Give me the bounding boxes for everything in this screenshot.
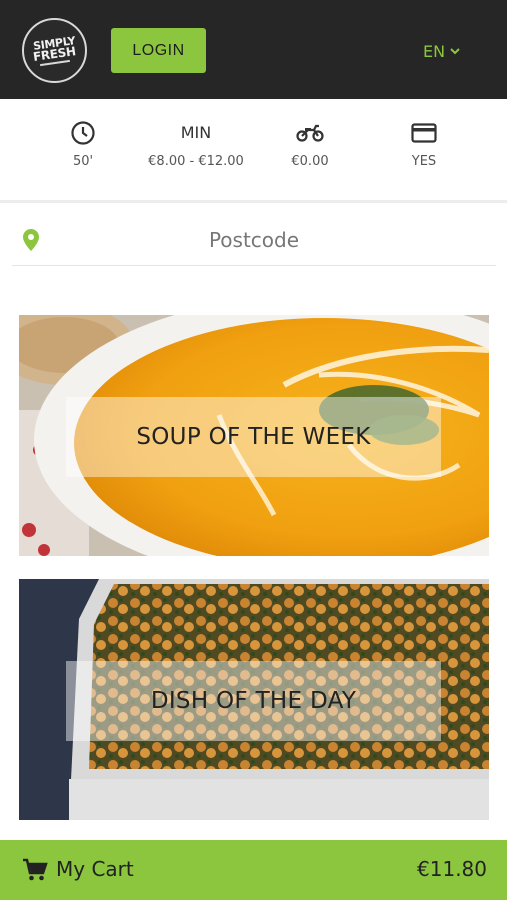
language-label: EN [423, 41, 446, 61]
category-card-soup[interactable]: SOUP OF THE WEEK [19, 315, 489, 556]
clock-icon [71, 121, 95, 145]
cart-total: €11.80 [417, 857, 487, 881]
postcode-placeholder: Postcode [208, 228, 300, 252]
minimum-order-value: €8.00 - €12.00 [148, 154, 244, 169]
cart-label: My Cart [56, 857, 134, 881]
category-label-soup: SOUP OF THE WEEK [66, 397, 441, 477]
credit-card-icon [411, 123, 437, 143]
my-cart-bar[interactable]: My Cart €11.80 [0, 840, 507, 900]
logo-text-line2: FRESH [32, 43, 77, 64]
category-label-dish: DISH OF THE DAY [66, 661, 441, 741]
delivery-fee-value: €0.00 [291, 154, 329, 169]
simply-fresh-logo[interactable]: SIMPLY FRESH [22, 18, 87, 83]
minimum-order-title: MIN [180, 123, 212, 142]
scooter-icon [296, 124, 324, 142]
delivery-time-value: 50' [72, 154, 94, 169]
chevron-down-icon [450, 48, 460, 55]
postcode-input[interactable]: Postcode [12, 214, 496, 266]
cart-icon [23, 858, 48, 881]
card-payment-value: YES [411, 154, 437, 169]
language-selector[interactable]: EN [423, 40, 461, 62]
delivery-fee-info: €0.00 [250, 99, 370, 199]
restaurant-info-bar: 50' MIN €8.00 - €12.00 €0.00 YES [0, 99, 507, 203]
delivery-time-info: 50' [23, 99, 143, 199]
login-button[interactable]: LOGIN [111, 28, 206, 73]
top-bar: SIMPLY FRESH LOGIN EN [0, 0, 507, 99]
minimum-order-info: MIN €8.00 - €12.00 [136, 99, 256, 199]
category-card-dish[interactable]: DISH OF THE DAY [19, 579, 489, 820]
card-payment-info: YES [364, 99, 484, 199]
